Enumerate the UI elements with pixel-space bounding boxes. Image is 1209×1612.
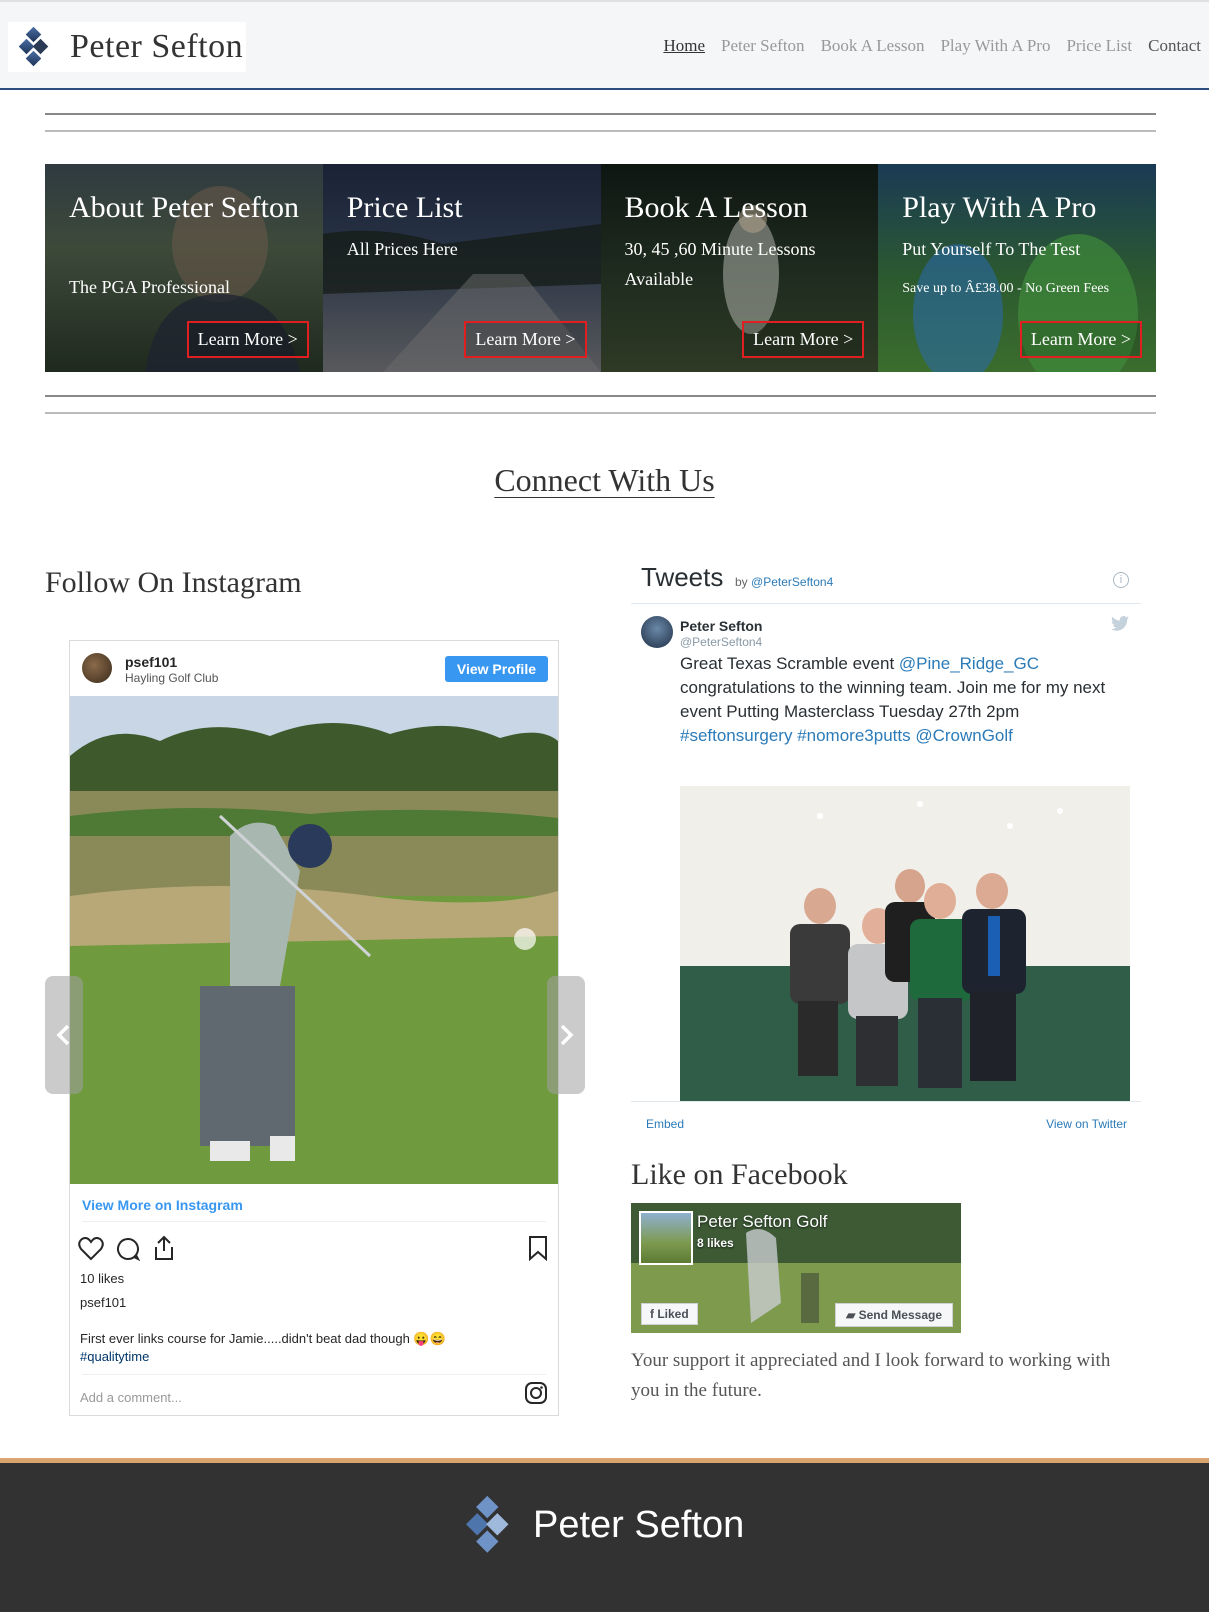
tile-subtitle: The PGA Professional (69, 277, 230, 297)
tweets-title: Tweets (641, 562, 724, 592)
tile-price-list[interactable]: Price List All Prices Here Learn More > (322, 164, 601, 372)
divider (45, 395, 1156, 397)
tweet-author-name[interactable]: Peter Sefton (680, 618, 762, 634)
group-photo-image (680, 786, 1130, 1102)
site-logo[interactable]: Peter Sefton (8, 22, 246, 72)
add-comment-input[interactable]: Add a comment... (80, 1390, 182, 1405)
main-nav: Home Peter Sefton Book A Lesson Play Wit… (663, 36, 1201, 56)
nav-home[interactable]: Home (663, 36, 705, 56)
learn-more-button[interactable]: Learn More > (742, 321, 865, 358)
mention-link[interactable]: @Pine_Ridge_GC (899, 654, 1039, 673)
instagram-header: psef101 Hayling Golf Club View Profile (70, 641, 558, 696)
instagram-location[interactable]: Hayling Golf Club (125, 671, 218, 685)
post-caption: First ever links course for Jamie.....di… (80, 1331, 446, 1346)
heart-icon[interactable] (78, 1237, 104, 1261)
tweets-by: by @PeterSefton4 (735, 575, 834, 589)
golfer-swing-image (70, 696, 558, 1184)
bookmark-icon[interactable] (528, 1235, 548, 1261)
tile-book-lesson[interactable]: Book A Lesson 30, 45 ,60 Minute Lessons … (600, 164, 879, 372)
tile-play-with-pro[interactable]: Play With A Pro Put Yourself To The Test… (878, 164, 1156, 372)
mention-link[interactable]: @CrownGolf (915, 726, 1013, 745)
divider (82, 1374, 546, 1375)
tile-title: Book A Lesson (624, 191, 808, 224)
view-more-link[interactable]: View More on Instagram (82, 1197, 243, 1213)
chevron-right-icon (560, 1024, 574, 1046)
instagram-icon[interactable] (524, 1381, 548, 1405)
instagram-photo[interactable] (70, 696, 558, 1184)
nav-book-a-lesson[interactable]: Book A Lesson (821, 36, 925, 56)
embed-link[interactable]: Embed (646, 1117, 684, 1131)
hashtag-link[interactable]: #qualitytime (80, 1349, 149, 1364)
nav-peter-sefton[interactable]: Peter Sefton (721, 36, 805, 56)
instagram-heading: Follow On Instagram (45, 566, 302, 599)
facebook-heading: Like on Facebook (631, 1158, 848, 1191)
nav-play-with-a-pro[interactable]: Play With A Pro (940, 36, 1050, 56)
divider (45, 113, 1156, 115)
view-profile-button[interactable]: View Profile (444, 656, 548, 682)
tile-subtitle: Put Yourself To The Test (902, 239, 1081, 259)
likes-count: 10 likes (80, 1271, 125, 1286)
diamond-logo-icon (466, 1495, 509, 1553)
tile-subtitle: 30, 45 ,60 Minute Lessons Available (624, 239, 816, 289)
divider (45, 412, 1156, 414)
twitter-handle-link[interactable]: @PeterSefton4 (751, 575, 833, 589)
facebook-page-thumbnail[interactable] (639, 1211, 693, 1265)
diamond-logo-icon (18, 27, 49, 67)
twitter-timeline: Tweets by @PeterSefton4 i Peter Sefton @… (631, 556, 1141, 1136)
tile-about[interactable]: About Peter Sefton The PGA Professional … (45, 164, 323, 372)
tile-title: Play With A Pro (902, 191, 1097, 224)
connect-heading: Connect With Us (494, 462, 715, 498)
facebook-page-name[interactable]: Peter Sefton Golf (697, 1212, 827, 1232)
instagram-actions (78, 1233, 552, 1265)
share-icon[interactable] (152, 1235, 176, 1261)
tile-title: Price List (346, 191, 463, 224)
avatar[interactable] (641, 616, 673, 648)
learn-more-button[interactable]: Learn More > (1019, 321, 1142, 358)
avatar[interactable] (82, 653, 112, 683)
chevron-left-icon (56, 1024, 70, 1046)
site-footer: Peter Sefton (0, 1458, 1209, 1612)
tweet-photo[interactable] (680, 786, 1130, 1102)
twitter-footer: Embed View on Twitter (631, 1101, 1141, 1136)
message-icon: ▰ (846, 1308, 859, 1322)
logo-text: Peter Sefton (70, 28, 244, 65)
nav-contact[interactable]: Contact (1148, 36, 1201, 56)
footer-logo-text: Peter Sefton (533, 1503, 745, 1546)
promo-tiles: About Peter Sefton The PGA Professional … (45, 164, 1156, 372)
learn-more-button[interactable]: Learn More > (186, 321, 309, 358)
nav-price-list[interactable]: Price List (1066, 36, 1132, 56)
learn-more-button[interactable]: Learn More > (464, 321, 587, 358)
tweet-author-handle[interactable]: @PeterSefton4 (680, 635, 762, 649)
footer-logo[interactable]: Peter Sefton (465, 1493, 744, 1557)
tile-subtitle: All Prices Here (346, 239, 458, 259)
facebook-likes-count: 8 likes (697, 1236, 734, 1250)
tile-subtitle-secondary: Save up to Â£38.00 - No Green Fees (902, 281, 1110, 296)
twitter-bird-icon[interactable] (1111, 616, 1129, 631)
facebook-page-plugin[interactable]: Peter Sefton Golf 8 likes f Liked ▰ Send… (631, 1203, 961, 1333)
divider (45, 130, 1156, 132)
send-message-button[interactable]: ▰ Send Message (835, 1303, 953, 1327)
info-icon[interactable]: i (1113, 572, 1129, 588)
carousel-next-button[interactable] (547, 976, 585, 1094)
comment-icon[interactable] (116, 1237, 140, 1261)
carousel-prev-button[interactable] (45, 976, 83, 1094)
hashtag-link[interactable]: #seftonsurgery (680, 726, 792, 745)
instagram-embed: psef101 Hayling Golf Club View Profile V… (69, 640, 559, 1416)
hashtag-link[interactable]: #nomore3putts (797, 726, 910, 745)
post-owner[interactable]: psef101 (80, 1295, 126, 1310)
divider (82, 1221, 546, 1222)
support-text: Your support it appreciated and I look f… (631, 1350, 1111, 1401)
instagram-username[interactable]: psef101 (125, 654, 177, 670)
liked-button[interactable]: f Liked (641, 1303, 698, 1325)
view-on-twitter-link[interactable]: View on Twitter (1046, 1117, 1127, 1131)
tile-title: About Peter Sefton (69, 191, 299, 224)
tweet-text: Great Texas Scramble event @Pine_Ridge_G… (680, 654, 1106, 745)
twitter-header: Tweets by @PeterSefton4 i (631, 556, 1141, 604)
site-header: Peter Sefton Home Peter Sefton Book A Le… (0, 0, 1209, 90)
